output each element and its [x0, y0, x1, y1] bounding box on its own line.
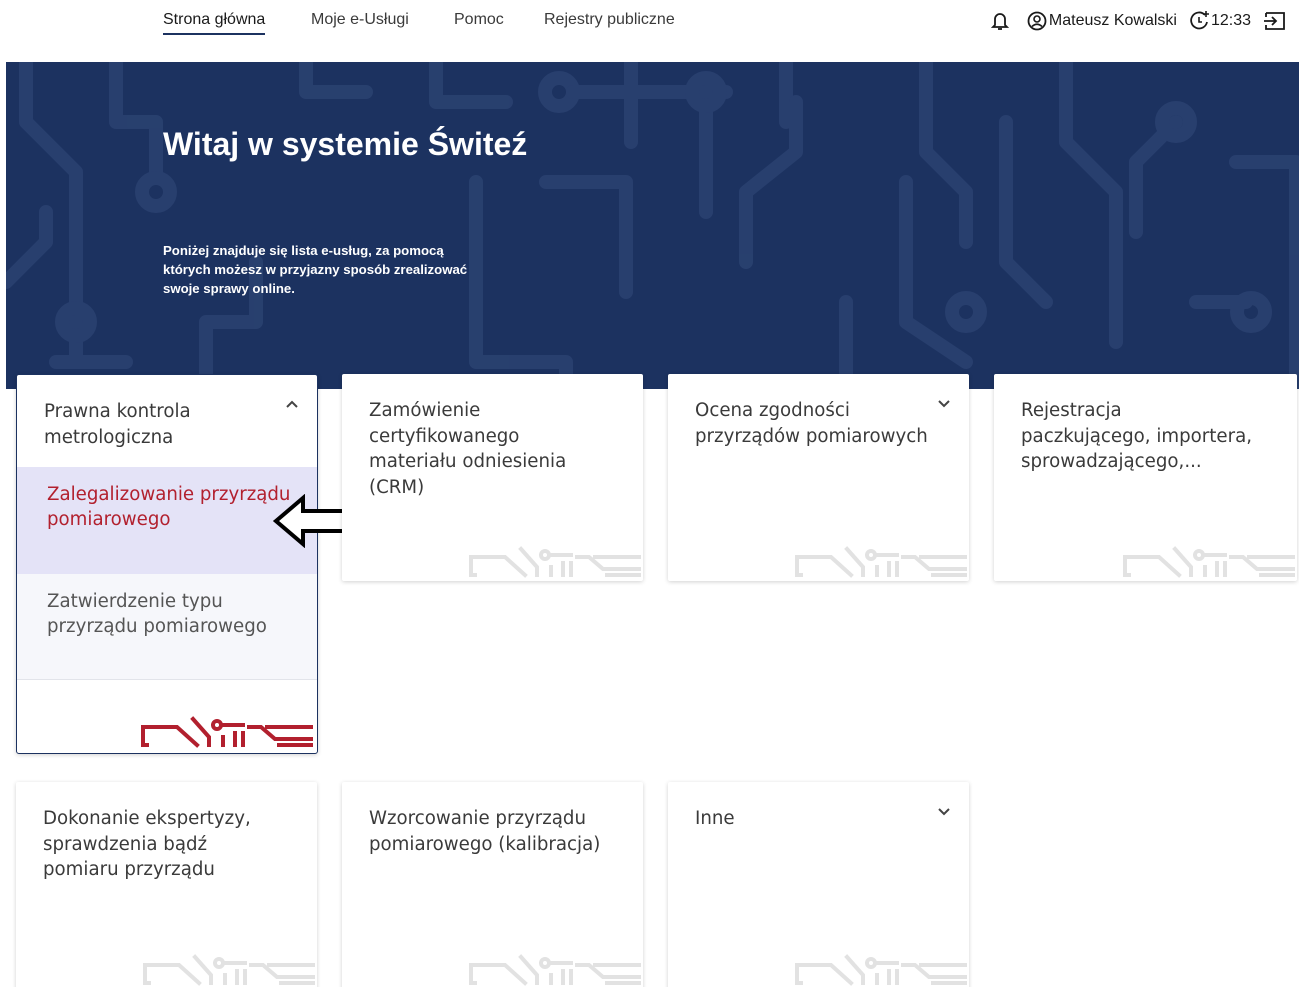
user-menu[interactable]: Mateusz Kowalski — [1027, 11, 1177, 31]
service-card-conformity-assessment[interactable]: Ocena zgodności przyrządów pomiarowych — [668, 374, 969, 581]
switez-logo — [143, 955, 315, 985]
session-time: 12:33 — [1210, 12, 1251, 29]
switez-logo — [469, 547, 641, 577]
hero-title: Witaj w systemie Świteź — [163, 126, 528, 162]
card-title: Ocena zgodności przyrządów pomiarowych — [695, 400, 928, 447]
service-card-calibration[interactable]: Wzorcowanie przyrządu pomiarowego (kalib… — [342, 782, 643, 987]
switez-logo — [469, 955, 641, 985]
nav-home[interactable]: Strona główna — [163, 11, 266, 35]
card-title: Dokonanie ekspertyzy, sprawdzenia bądź p… — [43, 808, 251, 880]
chevron-down-icon[interactable] — [937, 396, 951, 410]
service-card-crm-order[interactable]: Zamówienie certyfikowanego materiału odn… — [342, 374, 643, 581]
chevron-up-icon[interactable] — [285, 397, 299, 411]
switez-logo — [795, 547, 967, 577]
service-card-legal-metrology[interactable]: Prawna kontrola metrologiczna Zalegalizo… — [16, 374, 318, 754]
switez-logo — [795, 955, 967, 985]
hero-description: Poniżej znajduje się lista e-usług, za p… — [163, 243, 468, 296]
switez-logo-red — [141, 717, 313, 747]
hero-banner: Witaj w systemie Świteź Poniżej znajduje… — [6, 62, 1299, 389]
user-name: Mateusz Kowalski — [1048, 12, 1177, 29]
logout-icon[interactable] — [1263, 10, 1287, 32]
session-timer-icon[interactable] — [1189, 10, 1211, 32]
subitem-type-approval[interactable]: Zatwierdzenie typu przyrządu pomiarowego — [17, 574, 317, 680]
service-card-other[interactable]: Inne — [668, 782, 969, 987]
card-title: Zamówienie certyfikowanego materiału odn… — [369, 400, 567, 498]
header-tools: Mateusz Kowalski 12:33 — [990, 8, 1287, 34]
nav-my-eservices[interactable]: Moje e-Usługi — [311, 11, 409, 29]
chevron-down-icon[interactable] — [937, 804, 951, 818]
subitem-legalization[interactable]: Zalegalizowanie przyrządu pomiarowego — [17, 467, 317, 574]
nav-help[interactable]: Pomoc — [454, 11, 504, 29]
circuit-pattern — [6, 62, 1299, 389]
card-title: Prawna kontrola metrologiczna — [44, 401, 191, 448]
user-circle-icon — [1027, 11, 1047, 31]
service-card-packer-registration[interactable]: Rejestracja paczkującego, importera, spr… — [994, 374, 1297, 581]
nav-public-registers[interactable]: Rejestry publiczne — [544, 11, 675, 29]
session-timer: 12:33 — [1189, 10, 1251, 32]
bell-icon[interactable] — [990, 11, 1009, 31]
service-card-expertise[interactable]: Dokonanie ekspertyzy, sprawdzenia bądź p… — [16, 782, 317, 987]
card-title: Rejestracja paczkującego, importera, spr… — [1021, 400, 1253, 472]
top-navigation: Strona główna Moje e-Usługi Pomoc Rejest… — [0, 0, 1299, 62]
switez-logo — [1123, 547, 1295, 577]
card-title: Inne — [695, 808, 735, 829]
card-title: Wzorcowanie przyrządu pomiarowego (kalib… — [369, 808, 601, 855]
